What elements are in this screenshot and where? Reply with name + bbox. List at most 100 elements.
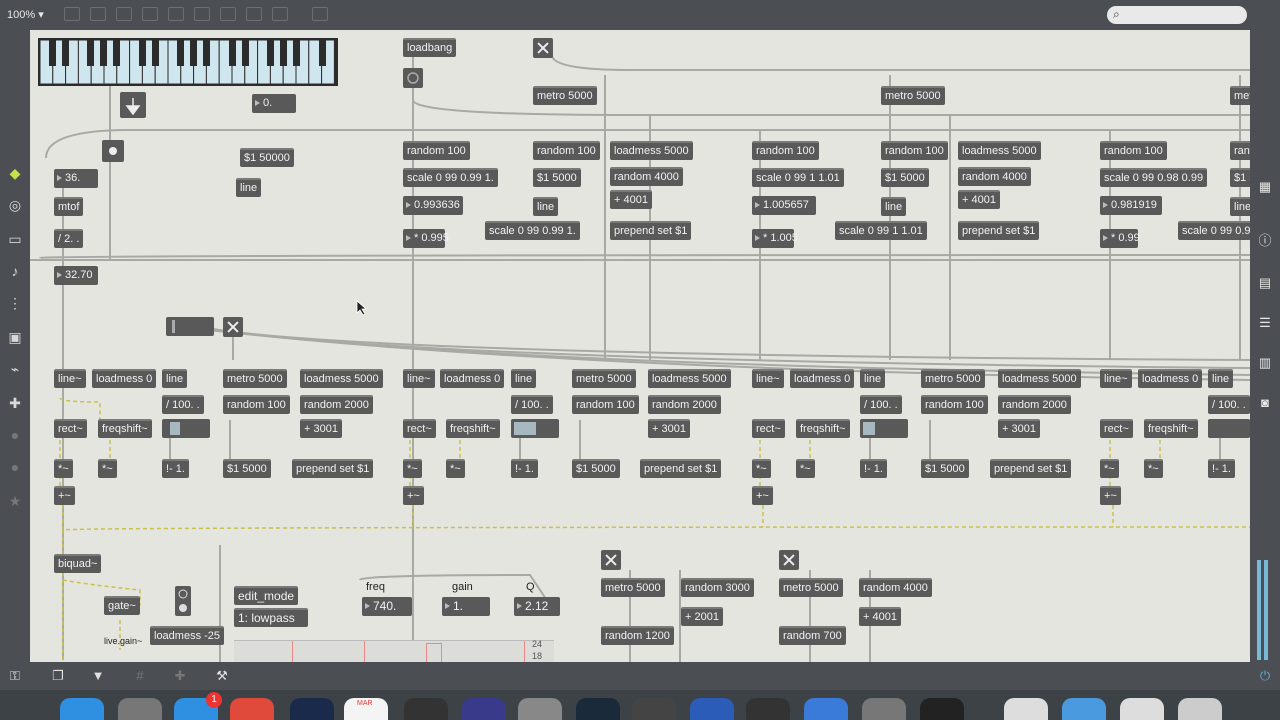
freq-number-box[interactable]: 740. [362, 597, 412, 616]
random-object[interactable]: random 2000 [998, 395, 1071, 414]
toggle-1[interactable] [533, 38, 553, 58]
circle-icon[interactable]: ● [6, 426, 24, 444]
finder-icon[interactable] [60, 698, 104, 720]
crossfade-slider[interactable] [162, 419, 210, 438]
power-icon[interactable]: ⏻ [1257, 668, 1273, 684]
scale-object[interactable]: scale 0 99 1 1.01 [835, 221, 927, 240]
plus-object[interactable]: + 4001 [610, 190, 652, 209]
freqshift-object[interactable]: freqshift~ [796, 419, 850, 438]
puzzle-icon[interactable]: ✚ [6, 394, 24, 412]
line-object[interactable]: line [860, 369, 886, 388]
plus-object[interactable]: + 2001 [681, 607, 723, 626]
plus-object[interactable]: + 3001 [300, 419, 342, 438]
ramp-message[interactable]: $1 5000 [921, 459, 969, 478]
scale-object[interactable]: scale 0 99 0.99 1. [485, 221, 580, 240]
line-tilde-object[interactable]: line~ [752, 369, 784, 388]
comment-icon[interactable] [116, 7, 132, 21]
number-box[interactable]: 1.005657 [752, 196, 816, 215]
random-object[interactable]: random 1200 [601, 626, 674, 645]
prepend-object[interactable]: prepend set $1 [640, 459, 722, 478]
inverse-minus-object[interactable]: !- 1. [511, 459, 538, 478]
loadmess-object[interactable]: loadmess 5000 [610, 141, 693, 160]
inverse-minus-object[interactable]: !- 1. [860, 459, 887, 478]
random-object[interactable]: random 700 [779, 626, 846, 645]
plus-tilde-object[interactable]: +~ [54, 486, 75, 505]
scale-object[interactable]: scale 0 99 0.98 0.99 [1100, 168, 1208, 187]
multiply-object[interactable]: * 0.99 [1100, 229, 1140, 248]
trash-icon[interactable] [1178, 698, 1222, 720]
rect-tilde-object[interactable]: rect~ [752, 419, 785, 438]
freqshift-object[interactable]: freqshift~ [98, 419, 152, 438]
freq-number-box[interactable]: 32.70 [54, 266, 98, 285]
loadmess-object[interactable]: loadmess 5000 [648, 369, 731, 388]
random-object[interactable]: random 100 [533, 141, 600, 160]
bang-button[interactable] [102, 140, 124, 162]
mixer-icon[interactable] [404, 698, 448, 720]
mtof-object[interactable]: mtof [54, 197, 84, 216]
ramp-message-truncated[interactable]: $1 5 [1230, 168, 1250, 187]
rect-tilde-object[interactable]: rect~ [403, 419, 436, 438]
line-object[interactable]: line [881, 197, 907, 216]
reference-icon[interactable]: ▥ [1256, 354, 1274, 372]
random-object[interactable]: random 100 [752, 141, 819, 160]
image-icon[interactable]: ▣ [6, 328, 24, 346]
inverse-minus-object[interactable]: !- 1. [162, 459, 189, 478]
multiply-tilde-object[interactable]: *~ [752, 459, 771, 478]
line-object[interactable]: line [511, 369, 537, 388]
gate-object[interactable]: gate~ [104, 596, 140, 615]
line-object[interactable]: line [162, 369, 188, 388]
metro-object[interactable]: metro 5000 [921, 369, 985, 388]
loadmess-object[interactable]: loadmess -25 [150, 626, 225, 645]
prepend-object[interactable]: prepend set $1 [292, 459, 374, 478]
line-tilde-object[interactable]: line~ [54, 369, 86, 388]
plus-icon[interactable] [272, 7, 288, 21]
paperclip-icon[interactable]: ⌁ [6, 360, 24, 378]
patch-canvas[interactable]: 36. mtof / 2. . 32.70 0. $1 50000 line l… [30, 30, 1250, 662]
scale-object[interactable]: scale 0 99 0.98 [1178, 221, 1250, 240]
inverse-minus-object[interactable]: !- 1. [1208, 459, 1235, 478]
crossfade-slider[interactable] [1208, 419, 1250, 438]
number-box[interactable]: 0.981919 [1100, 196, 1162, 215]
crossfade-slider[interactable] [511, 419, 559, 438]
music-note-icon[interactable]: ♪ [6, 262, 24, 280]
metro-object[interactable]: metro 5000 [572, 369, 636, 388]
line-object[interactable]: line [1208, 369, 1234, 388]
dial-icon[interactable] [246, 7, 262, 21]
prepend-object[interactable]: prepend set $1 [990, 459, 1072, 478]
loadmess-object[interactable]: loadmess 0 [440, 369, 505, 388]
random-object[interactable]: random 100 [572, 395, 639, 414]
line-tilde-object[interactable]: line~ [403, 369, 435, 388]
line-object[interactable]: line [533, 197, 559, 216]
random-object-truncated[interactable]: ran [1230, 141, 1250, 160]
random-object[interactable]: random 2000 [300, 395, 373, 414]
toggle-4[interactable] [779, 550, 799, 570]
slider-icon[interactable] [220, 7, 236, 21]
keyboard-slider[interactable] [38, 38, 338, 86]
ableton-icon[interactable] [632, 698, 676, 720]
object-icon[interactable] [168, 7, 184, 21]
bang-down-button[interactable] [120, 92, 146, 118]
line-object-truncated[interactable]: line [1230, 197, 1250, 216]
plus-tilde-object[interactable]: +~ [1100, 486, 1121, 505]
rect-tilde-object[interactable]: rect~ [1100, 419, 1133, 438]
toggle-3[interactable] [601, 550, 621, 570]
speech-icon[interactable]: ▼ [90, 668, 106, 684]
midi-number-box[interactable]: 36. [54, 169, 98, 188]
toggle-2[interactable] [223, 317, 243, 337]
presentation-icon[interactable] [64, 7, 80, 21]
folder-icon[interactable] [1120, 698, 1164, 720]
line-object[interactable]: line [236, 178, 262, 197]
ramp-message[interactable]: $1 5000 [881, 168, 929, 187]
rect-tilde-object[interactable]: rect~ [54, 419, 87, 438]
metro-object[interactable]: metro 5000 [601, 578, 665, 597]
scale-object[interactable]: scale 0 99 0.99 1. [403, 168, 498, 187]
q-number-box[interactable]: 2.12 [514, 597, 560, 616]
multiply-object[interactable]: * 1.005 [752, 229, 798, 248]
loadbang-bang[interactable] [403, 68, 423, 88]
package-icon[interactable]: ◆ [6, 164, 24, 182]
plus-object[interactable]: + 3001 [648, 419, 690, 438]
star-icon[interactable]: ★ [6, 492, 24, 510]
loadmess-object[interactable]: loadmess 0 [92, 369, 157, 388]
message-icon[interactable] [194, 7, 210, 21]
divide-object[interactable]: / 100. . [162, 395, 204, 414]
